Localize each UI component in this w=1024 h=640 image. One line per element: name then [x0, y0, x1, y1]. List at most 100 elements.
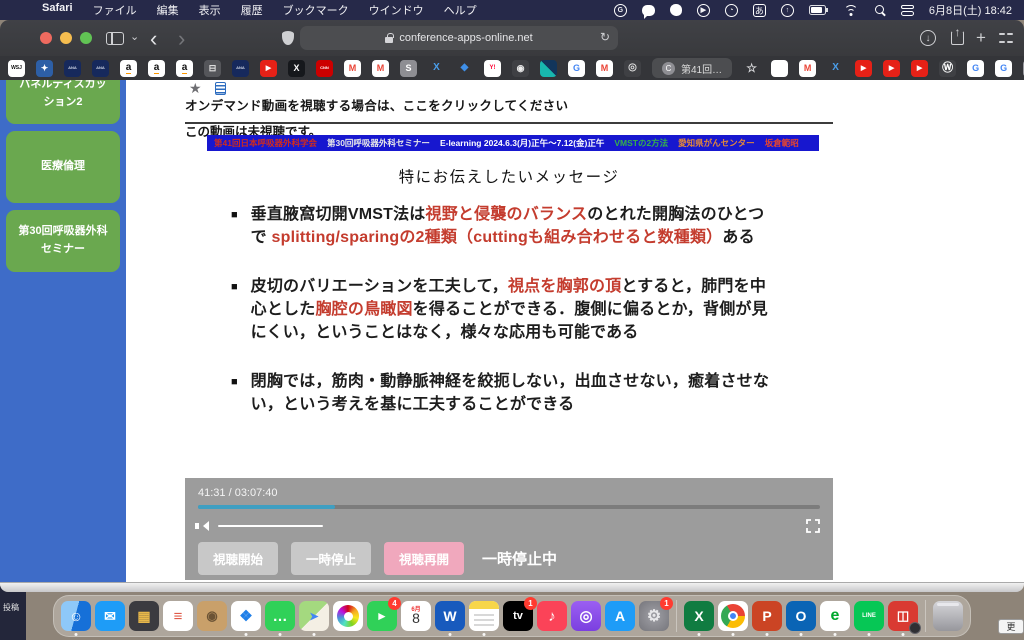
menu-datetime[interactable]: 6月8日(土) 18:42	[929, 2, 1012, 18]
gmail-favicon[interactable]: M	[372, 60, 389, 77]
ring-app-favicon[interactable]: ◎	[624, 60, 641, 77]
menu-item-2[interactable]: 編集	[147, 2, 189, 18]
copy-document-icon[interactable]	[215, 82, 226, 95]
player-button-1[interactable]: 一時停止	[291, 542, 371, 575]
chevron-down-icon[interactable]: ⌄	[130, 30, 139, 43]
menu-item-4[interactable]: 履歴	[231, 2, 273, 18]
privacy-shield-icon[interactable]	[282, 31, 294, 45]
dock-calendar[interactable]: 6月8	[401, 601, 431, 631]
amazon-favicon[interactable]: a	[148, 60, 165, 77]
menu-item-5[interactable]: ブックマーク	[273, 2, 359, 18]
close-window-button[interactable]	[40, 32, 52, 44]
tab-overview-icon[interactable]	[999, 31, 1013, 45]
camera-app-favicon[interactable]: ◉	[512, 60, 529, 77]
white-app-favicon[interactable]	[771, 60, 788, 77]
dock-messages[interactable]: …	[265, 601, 295, 631]
water-drop-favicon[interactable]: ◆	[456, 60, 473, 77]
g-app-icon[interactable]: G	[614, 4, 627, 17]
sidebar-toggle-icon[interactable]	[106, 32, 124, 45]
player-button-0[interactable]: 視聴開始	[198, 542, 278, 575]
dock-line[interactable]: LINE	[854, 601, 884, 631]
dock-trash[interactable]	[933, 601, 963, 631]
ime-kana-icon[interactable]: あ	[753, 4, 766, 17]
horizontal-scrollbar[interactable]	[0, 582, 1024, 592]
dock-chrome[interactable]	[718, 601, 748, 631]
gmail-favicon[interactable]: M	[344, 60, 361, 77]
evernote-icon[interactable]	[670, 4, 682, 16]
blue-app-favicon[interactable]: ✦	[36, 60, 53, 77]
dock-facetime[interactable]: ►4	[367, 601, 397, 631]
address-bar[interactable]: conference-apps-online.net ↻	[300, 26, 618, 50]
line-icon[interactable]	[642, 5, 655, 16]
yahoo-japan-favicon[interactable]: Y!	[484, 60, 501, 77]
play-circle-icon[interactable]: ▶	[697, 4, 710, 17]
favorite-star-icon[interactable]: ☆	[743, 60, 760, 77]
menu-item-0[interactable]: Safari	[32, 2, 83, 18]
dock-outlook[interactable]: O	[786, 601, 816, 631]
active-tab[interactable]: C第41回…	[652, 58, 732, 78]
new-tab-button[interactable]: +	[976, 28, 986, 48]
dock-notes[interactable]	[469, 601, 499, 631]
minimize-window-button[interactable]	[60, 32, 72, 44]
player-button-2[interactable]: 視聴再開	[384, 542, 464, 575]
sidebar-item-2[interactable]: 第30回呼吸器外科セミナー	[6, 210, 120, 272]
cnn-favicon[interactable]: CNN	[316, 60, 333, 77]
ana-favicon[interactable]: ANA	[232, 60, 249, 77]
dock-safari[interactable]: ❖	[231, 601, 261, 631]
sidebar-item-0[interactable]: パネルディスカッション2	[6, 80, 120, 124]
dock-word[interactable]: W	[435, 601, 465, 631]
dock-apple-tv[interactable]: tv1	[503, 601, 533, 631]
dock-podcasts[interactable]: ◎	[571, 601, 601, 631]
amazon-favicon[interactable]: a	[176, 60, 193, 77]
menu-item-7[interactable]: ヘルプ	[434, 2, 487, 18]
google-favicon[interactable]: G	[995, 60, 1012, 77]
dock-contacts[interactable]: ◉	[197, 601, 227, 631]
menu-item-6[interactable]: ウインドウ	[359, 2, 434, 18]
wsj-favicon[interactable]: WSJ	[8, 60, 25, 77]
dock-app-store[interactable]: A	[605, 601, 635, 631]
x-blue-favicon[interactable]: X	[428, 60, 445, 77]
dock-reminders[interactable]: ≡	[163, 601, 193, 631]
dock-powerpoint[interactable]: P	[752, 601, 782, 631]
volume-slider[interactable]	[218, 525, 323, 528]
youtube-favicon[interactable]: ▶	[855, 60, 872, 77]
forward-button[interactable]: ›	[178, 26, 185, 52]
dock-red-media-app[interactable]: ◫	[888, 601, 918, 631]
x-favicon[interactable]: X	[288, 60, 305, 77]
gmail-favicon[interactable]: M	[799, 60, 816, 77]
ana-favicon[interactable]: ANA	[92, 60, 109, 77]
dock-excel[interactable]: X	[684, 601, 714, 631]
spotlight-icon[interactable]	[874, 4, 886, 16]
ondemand-link[interactable]: オンデマンド動画を視聴する場合は、ここをクリックしてください	[185, 95, 833, 124]
share-icon[interactable]	[951, 31, 964, 45]
battery-icon[interactable]	[809, 5, 829, 15]
youtube-favicon[interactable]: ▶	[911, 60, 928, 77]
amazon-favicon[interactable]: a	[120, 60, 137, 77]
youtube-favicon[interactable]: ▶	[260, 60, 277, 77]
wifi-icon[interactable]	[844, 5, 859, 16]
shield-icon[interactable]: ↑	[781, 4, 794, 17]
gmail-favicon[interactable]: M	[596, 60, 613, 77]
ana-favicon[interactable]: ANA	[64, 60, 81, 77]
volume-icon[interactable]	[198, 521, 209, 531]
progress-bar[interactable]	[198, 505, 820, 509]
triangle-logo-favicon[interactable]	[540, 60, 557, 77]
dock-mail[interactable]: ✉	[95, 601, 125, 631]
s-app-favicon[interactable]: S	[400, 60, 417, 77]
fullscreen-icon[interactable]	[806, 519, 820, 533]
dock-finder[interactable]: ☺	[61, 601, 91, 631]
control-center-icon[interactable]	[901, 4, 914, 17]
menu-item-3[interactable]: 表示	[189, 2, 231, 18]
wordpress-favicon[interactable]: Ⓦ	[939, 60, 956, 77]
dock-launchpad[interactable]: ▦	[129, 601, 159, 631]
downloads-icon[interactable]: ↓	[920, 30, 936, 46]
dock-photos[interactable]	[333, 601, 363, 631]
clock-icon[interactable]: ◔	[725, 4, 738, 17]
google-favicon[interactable]: G	[568, 60, 585, 77]
menu-item-1[interactable]: ファイル	[83, 2, 147, 18]
dock-maps[interactable]: ➤	[299, 601, 329, 631]
google-favicon[interactable]: G	[967, 60, 984, 77]
dock-music[interactable]: ♪	[537, 601, 567, 631]
car-app-favicon[interactable]: ⊟	[204, 60, 221, 77]
x-blue-favicon[interactable]: X	[827, 60, 844, 77]
